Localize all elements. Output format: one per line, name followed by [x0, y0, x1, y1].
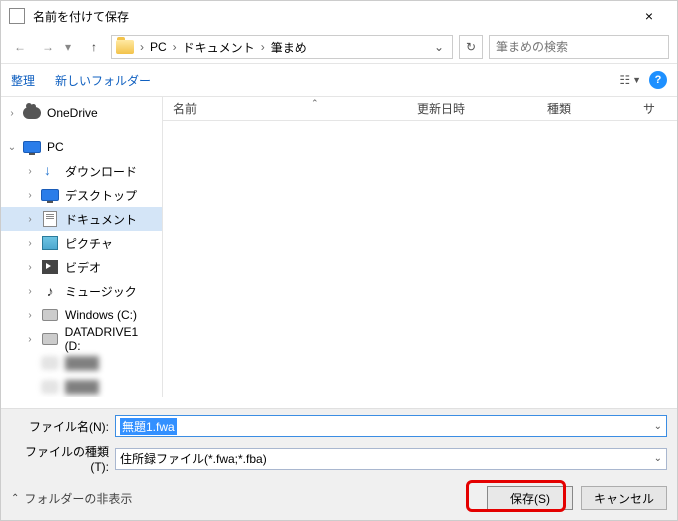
column-name[interactable]: 名前 — [163, 100, 407, 117]
column-type[interactable]: 種類 — [537, 100, 633, 117]
tree-pictures[interactable]: › ピクチャ — [1, 231, 162, 255]
toolbar: 整理 新しいフォルダー ☷ ▼ ? — [1, 63, 677, 97]
document-icon — [41, 211, 59, 227]
tree-label: ダウンロード — [65, 163, 137, 180]
window-title: 名前を付けて保存 — [33, 8, 629, 25]
chevron-up-icon: ⌃ — [11, 493, 19, 504]
chevron-down-icon: ▼ — [632, 75, 641, 85]
music-icon: ♪ — [41, 283, 59, 299]
chevron-right-icon: › — [169, 40, 181, 54]
expand-icon[interactable]: › — [25, 166, 35, 177]
chevron-right-icon: › — [136, 40, 148, 54]
tree-label: ビデオ — [65, 259, 101, 276]
folder-tree[interactable]: › OneDrive ⌄ PC › ダウンロード › デスクトップ › ドキュメ… — [1, 97, 163, 397]
sort-indicator-icon: ⌃ — [311, 98, 319, 109]
view-icon: ☷ — [619, 73, 630, 87]
titlebar: 名前を付けて保存 × — [1, 1, 677, 31]
filename-value: 無題1.fwa — [120, 418, 177, 435]
filetype-value: 住所録ファイル(*.fwa;*.fba) — [120, 450, 267, 467]
column-headers: 名前 更新日時 種類 サ — [163, 97, 677, 121]
tree-pc[interactable]: ⌄ PC — [1, 135, 162, 159]
path-seg-documents[interactable]: ドキュメント — [183, 39, 255, 56]
history-dropdown[interactable]: ▾ — [65, 40, 77, 54]
tree-cdrive[interactable]: › Windows (C:) — [1, 303, 162, 327]
column-size[interactable]: サ — [633, 100, 677, 117]
drive-icon — [41, 307, 59, 323]
monitor-icon — [41, 187, 59, 203]
chevron-down-icon[interactable]: ⌄ — [654, 421, 662, 432]
video-icon — [41, 259, 59, 275]
filetype-select[interactable]: 住所録ファイル(*.fwa;*.fba) ⌄ — [115, 448, 667, 470]
expand-icon[interactable]: › — [25, 334, 35, 345]
collapse-icon[interactable]: ⌄ — [7, 142, 17, 153]
app-icon — [9, 8, 25, 24]
filetype-label: ファイルの種類(T): — [11, 443, 115, 474]
address-bar[interactable]: › PC › ドキュメント › 筆まめ ⌄ — [111, 35, 453, 59]
hide-folders-label: フォルダーの非表示 — [24, 490, 132, 507]
expand-icon[interactable]: › — [25, 310, 35, 321]
picture-icon — [41, 235, 59, 251]
tree-redacted[interactable]: ›████ — [1, 375, 162, 397]
filename-input[interactable]: 無題1.fwa ⌄ — [115, 415, 667, 437]
tree-label: PC — [47, 140, 64, 154]
expand-icon[interactable]: › — [25, 190, 35, 201]
download-icon — [41, 163, 59, 179]
expand-icon[interactable]: › — [25, 214, 35, 225]
bottom-panel: ファイル名(N): 無題1.fwa ⌄ ファイルの種類(T): 住所録ファイル(… — [1, 408, 677, 520]
organize-menu[interactable]: 整理 — [11, 72, 35, 89]
search-input[interactable] — [489, 35, 669, 59]
chevron-down-icon[interactable]: ⌄ — [654, 453, 662, 464]
forward-button: → — [37, 36, 59, 58]
close-button[interactable]: × — [629, 8, 669, 24]
navbar: ← → ▾ ↑ › PC › ドキュメント › 筆まめ ⌄ ↻ — [1, 31, 677, 63]
help-button[interactable]: ? — [649, 71, 667, 89]
tree-ddrive[interactable]: › DATADRIVE1 (D: — [1, 327, 162, 351]
tree-label: DATADRIVE1 (D: — [65, 325, 156, 353]
back-button[interactable]: ← — [9, 36, 31, 58]
tree-label: ドキュメント — [65, 211, 137, 228]
tree-desktop[interactable]: › デスクトップ — [1, 183, 162, 207]
expand-icon[interactable]: › — [25, 262, 35, 273]
refresh-button[interactable]: ↻ — [459, 35, 483, 59]
tree-videos[interactable]: › ビデオ — [1, 255, 162, 279]
column-date[interactable]: 更新日時 — [407, 100, 537, 117]
cancel-button[interactable]: キャンセル — [581, 486, 667, 510]
view-options-button[interactable]: ☷ ▼ — [619, 73, 641, 87]
expand-icon[interactable]: › — [25, 286, 35, 297]
tree-label: デスクトップ — [65, 187, 137, 204]
path-seg-current[interactable]: 筆まめ — [271, 39, 307, 56]
address-dropdown[interactable]: ⌄ — [430, 40, 448, 54]
tree-label: OneDrive — [47, 106, 98, 120]
hide-folders-toggle[interactable]: ⌃ フォルダーの非表示 — [11, 490, 132, 507]
filename-label: ファイル名(N): — [11, 418, 115, 435]
new-folder-button[interactable]: 新しいフォルダー — [55, 72, 151, 89]
tree-onedrive[interactable]: › OneDrive — [1, 101, 162, 125]
tree-label: ピクチャ — [65, 235, 113, 252]
folder-icon — [116, 40, 134, 54]
expand-icon[interactable]: › — [7, 108, 17, 119]
expand-icon[interactable]: › — [25, 238, 35, 249]
path-seg-pc[interactable]: PC — [150, 40, 167, 54]
tree-redacted[interactable]: ›████ — [1, 351, 162, 375]
up-button[interactable]: ↑ — [83, 36, 105, 58]
monitor-icon — [23, 139, 41, 155]
tree-label: ミュージック — [65, 283, 137, 300]
main-area: › OneDrive ⌄ PC › ダウンロード › デスクトップ › ドキュメ… — [1, 97, 677, 397]
drive-icon — [41, 331, 59, 347]
file-list[interactable]: ⌃ 名前 更新日時 種類 サ — [163, 97, 677, 397]
save-button[interactable]: 保存(S) — [487, 486, 573, 510]
tree-label: Windows (C:) — [65, 308, 137, 322]
tree-documents[interactable]: › ドキュメント — [1, 207, 162, 231]
chevron-right-icon: › — [257, 40, 269, 54]
tree-downloads[interactable]: › ダウンロード — [1, 159, 162, 183]
tree-music[interactable]: › ♪ ミュージック — [1, 279, 162, 303]
cloud-icon — [23, 105, 41, 121]
